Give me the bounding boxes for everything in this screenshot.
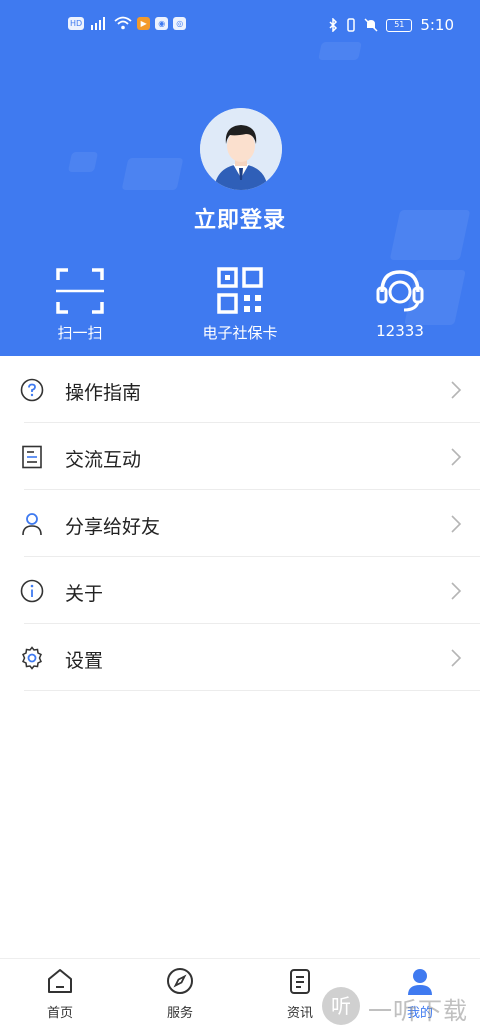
headset-icon [376,270,424,312]
menu-item-label: 操作指南 [65,382,142,404]
header-decoration [67,152,99,172]
clock: 5:10 [420,16,454,34]
mute-bell-icon [364,18,378,32]
menu-item-label: 交流互动 [65,449,142,471]
question-circle-icon [20,378,44,402]
avatar[interactable] [200,108,282,190]
chevron-right-icon [451,582,462,600]
settings-menu: 操作指南 交流互动 分享给好友 关于 设置 [0,356,480,691]
qr-code-icon [217,267,263,314]
news-icon [290,969,310,994]
divider [24,690,480,691]
bluetooth-icon [329,18,338,32]
home-icon [48,969,72,993]
social-security-card-label: 电子社保卡 [202,324,278,342]
watermark-logo: 听 [322,987,360,1025]
app-notification-icon: ◉ [155,16,169,30]
tab-home[interactable]: 首页 [20,967,100,1021]
user-icon [22,513,42,536]
vibrate-icon [347,18,356,32]
menu-item-interaction[interactable]: 交流互动 [0,423,480,490]
header-decoration [121,158,184,190]
app-notification-icon: ◎ [173,16,187,30]
profile-header: HD ▶ ◉ ◎ 51 5:10 立即登录 扫一扫 电子社保卡 12333 [0,0,480,356]
watermark-text: 一听下载 [368,997,468,1025]
chevron-right-icon [451,381,462,399]
compass-icon [167,968,193,994]
menu-item-label: 设置 [65,650,104,672]
hotline-label: 12333 [376,322,424,340]
tab-label: 首页 [46,1006,73,1021]
watermark: 听 一听下载 [322,985,472,1025]
menu-item-share[interactable]: 分享给好友 [0,490,480,557]
info-circle-icon [20,579,44,603]
app-notification-icon: ▶ [137,16,151,30]
scan-label: 扫一扫 [57,324,103,342]
wifi-icon [114,16,132,30]
signal-icon [91,17,106,30]
avatar-illustration [200,108,282,190]
document-icon [22,445,42,469]
social-security-card-button[interactable]: 电子社保卡 [180,266,300,343]
menu-item-settings[interactable]: 设置 [0,624,480,691]
login-button[interactable]: 立即登录 [0,202,480,234]
chevron-right-icon [451,515,462,533]
chevron-right-icon [451,448,462,466]
scan-icon [56,268,104,314]
hotline-button[interactable]: 12333 [340,266,460,340]
hd-indicator: HD [68,16,85,30]
menu-item-about[interactable]: 关于 [0,557,480,624]
battery-icon: 51 [386,18,413,32]
gear-icon [22,646,42,670]
menu-item-guide[interactable]: 操作指南 [0,356,480,423]
tab-label: 服务 [166,1006,193,1021]
menu-item-label: 关于 [65,583,104,605]
menu-item-label: 分享给好友 [65,516,161,538]
status-bar: HD ▶ ◉ ◎ 51 5:10 [0,14,480,42]
chevron-right-icon [451,649,462,667]
tab-services[interactable]: 服务 [140,967,220,1021]
header-decoration [318,42,362,60]
scan-button[interactable]: 扫一扫 [20,266,140,343]
